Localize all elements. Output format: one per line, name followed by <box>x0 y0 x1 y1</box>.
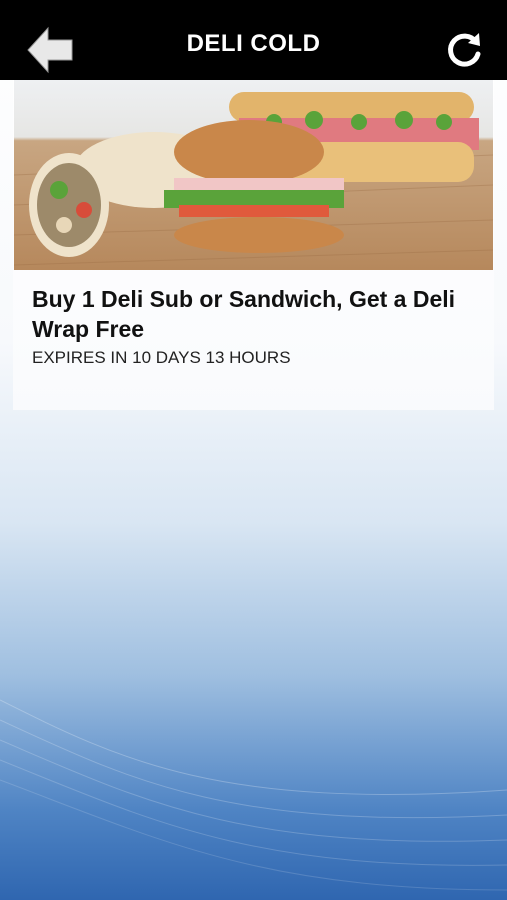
offer-card[interactable]: Buy 1 Deli Sub or Sandwich, Get a Deli W… <box>13 80 494 410</box>
offer-expiry: EXPIRES IN 10 DAYS 13 HOURS <box>32 348 291 367</box>
offer-image <box>14 80 493 270</box>
top-app-bar: DELI COLD <box>0 0 507 80</box>
refresh-icon <box>448 33 481 67</box>
refresh-button[interactable] <box>443 30 485 72</box>
page-title: DELI COLD <box>186 30 321 57</box>
background-wave <box>0 699 507 891</box>
offer-title: Buy 1 Deli Sub or Sandwich, Get a Deli W… <box>32 286 456 342</box>
